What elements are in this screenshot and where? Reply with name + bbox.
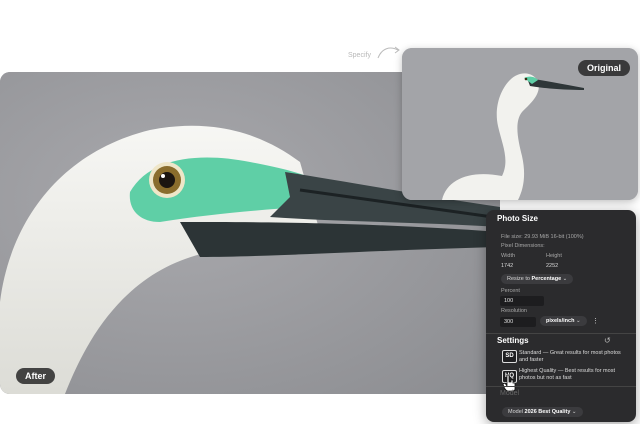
- divider: [486, 333, 636, 334]
- photo-size-panel: Photo Size File size: 29.93 MiB 16-bit (…: [486, 210, 636, 422]
- percent-input[interactable]: 100: [500, 296, 544, 306]
- standard-option-text[interactable]: Standard — Great results for most photos…: [519, 350, 629, 363]
- after-label: After: [16, 368, 56, 384]
- model-value: 2026 Best Quality: [524, 409, 571, 415]
- chevron-down-icon: ⌄: [562, 276, 568, 282]
- resize-value: Percentage: [531, 276, 562, 282]
- resolution-input[interactable]: 300: [500, 317, 536, 327]
- divider: [486, 386, 636, 387]
- width-value: 1742: [501, 263, 514, 269]
- curved-arrow-icon: [377, 46, 400, 59]
- resize-dropdown[interactable]: Resize to Percentage ⌄: [501, 274, 574, 284]
- sd-badge[interactable]: SD: [502, 350, 517, 363]
- model-section-label: Model: [500, 390, 520, 397]
- highest-quality-option-text[interactable]: Highest Quality — Best results for most …: [519, 368, 629, 381]
- percent-label: Percent: [501, 288, 520, 294]
- specify-annotation: Specify: [348, 52, 371, 59]
- file-size-text: File size: 29.93 MiB 16-bit (100%): [501, 234, 584, 240]
- model-label: Model: [508, 409, 523, 415]
- resolution-unit-dropdown[interactable]: pixels/inch ⌄: [540, 316, 587, 326]
- original-photo: Original: [402, 48, 638, 200]
- height-value: 2252: [546, 263, 559, 269]
- chevron-down-icon: ⌄: [571, 409, 577, 415]
- settings-title: Settings: [497, 336, 529, 345]
- more-options-icon[interactable]: ⋮: [592, 317, 599, 325]
- chevron-down-icon: ⌄: [575, 318, 581, 324]
- resolution-unit: pixels/inch: [546, 318, 575, 324]
- pixel-dimensions-label: Pixel Dimensions:: [501, 243, 545, 249]
- width-label: Width: [501, 253, 516, 259]
- resize-label: Resize to: [507, 276, 530, 282]
- height-label: Height: [546, 253, 562, 259]
- reset-icon[interactable]: ↺: [604, 336, 611, 345]
- model-dropdown[interactable]: Model 2026 Best Quality ⌄: [502, 407, 583, 417]
- original-label: Original: [577, 60, 630, 76]
- resolution-label: Resolution: [501, 308, 527, 314]
- photo-size-title: Photo Size: [497, 214, 538, 223]
